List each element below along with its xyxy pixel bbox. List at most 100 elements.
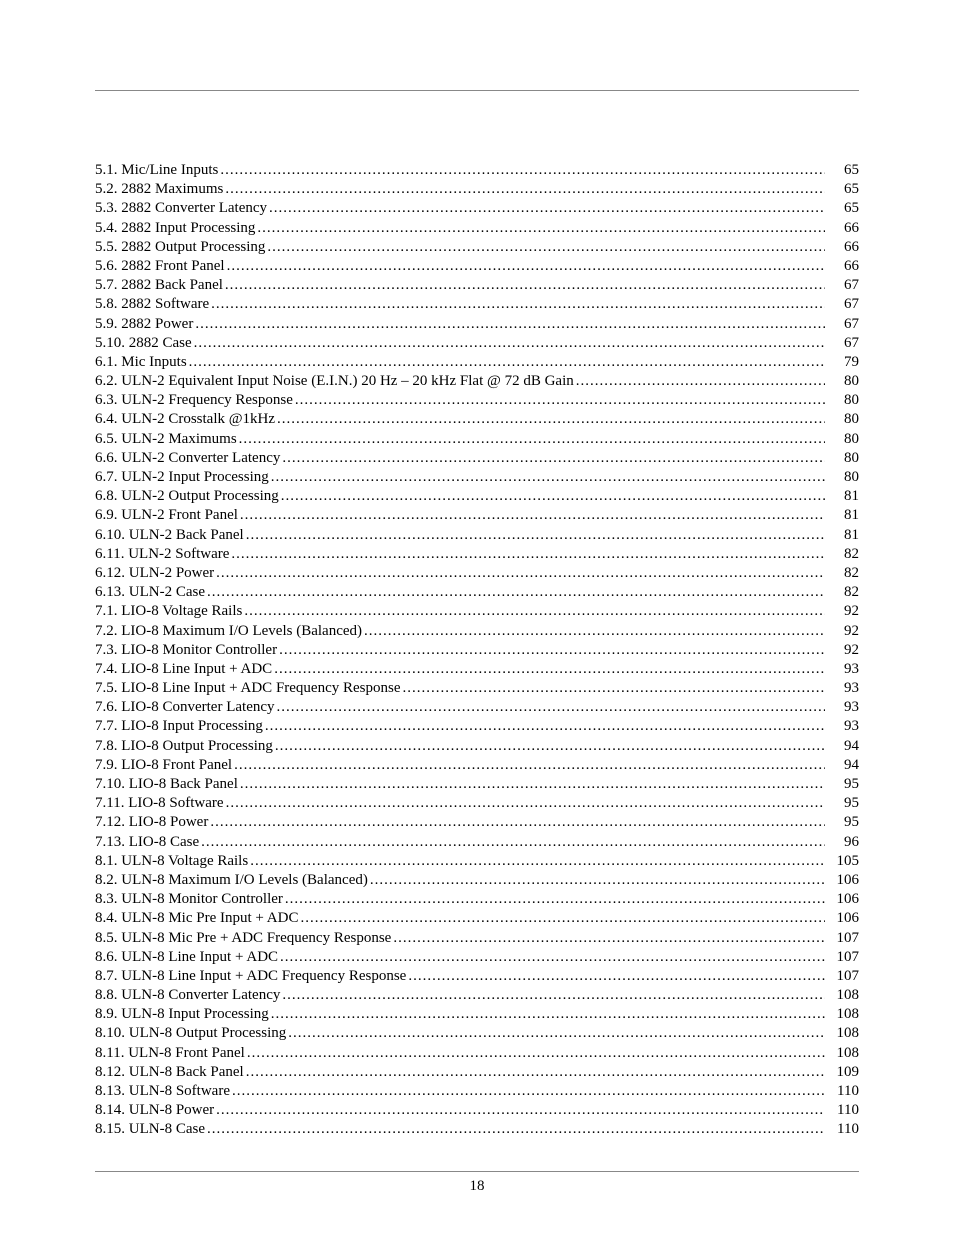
toc-entry[interactable]: 8.3. ULN-8 Monitor Controller 106	[95, 890, 859, 909]
toc-entry[interactable]: 7.7. LIO-8 Input Processing93	[95, 717, 859, 736]
toc-entry[interactable]: 8.4. ULN-8 Mic Pre Input + ADC106	[95, 909, 859, 928]
toc-entry[interactable]: 8.11. ULN-8 Front Panel108	[95, 1044, 859, 1063]
toc-leader-dots	[246, 526, 825, 545]
toc-entry-title: 7.5. LIO-8 Line Input + ADC Frequency Re…	[95, 679, 401, 698]
toc-leader-dots	[201, 833, 825, 852]
toc-entry[interactable]: 5.7. 2882 Back Panel67	[95, 276, 859, 295]
toc-entry[interactable]: 8.8. ULN-8 Converter Latency108	[95, 986, 859, 1005]
toc-entry-title: 7.11. LIO-8 Software	[95, 794, 224, 813]
toc-entry[interactable]: 8.13. ULN-8 Software110	[95, 1082, 859, 1101]
toc-entry[interactable]: 5.6. 2882 Front Panel66	[95, 257, 859, 276]
toc-entry[interactable]: 6.5. ULN-2 Maximums80	[95, 430, 859, 449]
toc-entry-page: 109	[827, 1063, 859, 1082]
toc-entry[interactable]: 5.8. 2882 Software67	[95, 295, 859, 314]
toc-entry-title: 6.1. Mic Inputs	[95, 353, 187, 372]
toc-entry-page: 93	[827, 679, 859, 698]
toc-entry[interactable]: 5.2. 2882 Maximums65	[95, 180, 859, 199]
toc-entry-page: 82	[827, 564, 859, 583]
toc-entry[interactable]: 8.5. ULN-8 Mic Pre + ADC Frequency Respo…	[95, 929, 859, 948]
toc-entry[interactable]: 6.4. ULN-2 Crosstalk @1kHz 80	[95, 410, 859, 429]
toc-entry[interactable]: 6.2. ULN-2 Equivalent Input Noise (E.I.N…	[95, 372, 859, 391]
toc-leader-dots	[576, 372, 825, 391]
toc-entry[interactable]: 6.10. ULN-2 Back Panel81	[95, 526, 859, 545]
toc-entry[interactable]: 7.12. LIO-8 Power95	[95, 813, 859, 832]
toc-entry[interactable]: 8.10. ULN-8 Output Processing108	[95, 1024, 859, 1043]
toc-entry-page: 107	[827, 948, 859, 967]
toc-leader-dots	[240, 775, 825, 794]
toc-entry-title: 8.1. ULN-8 Voltage Rails	[95, 852, 248, 871]
toc-leader-dots	[231, 545, 825, 564]
toc-entry[interactable]: 6.9. ULN-2 Front Panel81	[95, 506, 859, 525]
toc-entry[interactable]: 7.1. LIO-8 Voltage Rails92	[95, 602, 859, 621]
toc-entry[interactable]: 6.3. ULN-2 Frequency Response80	[95, 391, 859, 410]
toc-entry-title: 8.3. ULN-8 Monitor Controller	[95, 890, 283, 909]
toc-entry-page: 80	[827, 410, 859, 429]
toc-entry-page: 81	[827, 487, 859, 506]
toc-leader-dots	[195, 315, 825, 334]
toc-entry[interactable]: 5.5. 2882 Output Processing66	[95, 238, 859, 257]
toc-entry[interactable]: 5.9. 2882 Power67	[95, 315, 859, 334]
toc-entry-title: 8.10. ULN-8 Output Processing	[95, 1024, 286, 1043]
toc-entry[interactable]: 7.9. LIO-8 Front Panel94	[95, 756, 859, 775]
toc-leader-dots	[269, 199, 825, 218]
toc-entry-page: 107	[827, 929, 859, 948]
toc-entry-title: 6.8. ULN-2 Output Processing	[95, 487, 279, 506]
toc-entry[interactable]: 5.3. 2882 Converter Latency65	[95, 199, 859, 218]
toc-entry[interactable]: 6.7. ULN-2 Input Processing80	[95, 468, 859, 487]
toc-entry-page: 107	[827, 967, 859, 986]
toc-entry[interactable]: 5.4. 2882 Input Processing66	[95, 219, 859, 238]
toc-entry[interactable]: 7.11. LIO-8 Software95	[95, 794, 859, 813]
toc-leader-dots	[393, 929, 825, 948]
toc-entry-page: 80	[827, 372, 859, 391]
toc-entry-title: 8.15. ULN-8 Case	[95, 1120, 205, 1139]
toc-entry[interactable]: 8.15. ULN-8 Case 110	[95, 1120, 859, 1139]
toc-entry[interactable]: 7.5. LIO-8 Line Input + ADC Frequency Re…	[95, 679, 859, 698]
toc-entry[interactable]: 7.4. LIO-8 Line Input + ADC93	[95, 660, 859, 679]
toc-entry[interactable]: 8.14. ULN-8 Power110	[95, 1101, 859, 1120]
toc-entry-page: 95	[827, 775, 859, 794]
toc-entry[interactable]: 8.6. ULN-8 Line Input + ADC 107	[95, 948, 859, 967]
toc-entry[interactable]: 7.13. LIO-8 Case96	[95, 833, 859, 852]
toc-entry[interactable]: 8.12. ULN-8 Back Panel109	[95, 1063, 859, 1082]
toc-entry[interactable]: 8.2. ULN-8 Maximum I/O Levels (Balanced)…	[95, 871, 859, 890]
toc-entry[interactable]: 7.10. LIO-8 Back Panel95	[95, 775, 859, 794]
toc-entry-title: 7.12. LIO-8 Power	[95, 813, 208, 832]
toc-entry[interactable]: 8.9. ULN-8 Input Processing108	[95, 1005, 859, 1024]
toc-entry-page: 66	[827, 219, 859, 238]
toc-entry[interactable]: 7.3. LIO-8 Monitor Controller92	[95, 641, 859, 660]
toc-entry[interactable]: 6.11. ULN-2 Software82	[95, 545, 859, 564]
toc-entry[interactable]: 6.13. ULN-2 Case82	[95, 583, 859, 602]
toc-entry-title: 8.6. ULN-8 Line Input + ADC	[95, 948, 278, 967]
toc-entry-title: 6.13. ULN-2 Case	[95, 583, 205, 602]
toc-entry-page: 65	[827, 161, 859, 180]
toc-leader-dots	[211, 295, 825, 314]
toc-leader-dots	[280, 948, 825, 967]
toc-entry[interactable]: 5.10. 2882 Case67	[95, 334, 859, 353]
toc-entry[interactable]: 7.6. LIO-8 Converter Latency93	[95, 698, 859, 717]
toc-entry[interactable]: 8.1. ULN-8 Voltage Rails 105	[95, 852, 859, 871]
toc-entry-title: 6.4. ULN-2 Crosstalk @1kHz	[95, 410, 275, 429]
toc-entry[interactable]: 6.12. ULN-2 Power82	[95, 564, 859, 583]
toc-entry-title: 5.6. 2882 Front Panel	[95, 257, 225, 276]
toc-entry[interactable]: 7.2. LIO-8 Maximum I/O Levels (Balanced)…	[95, 622, 859, 641]
toc-entry-page: 80	[827, 449, 859, 468]
toc-entry-page: 110	[827, 1120, 859, 1139]
toc-entry-page: 81	[827, 506, 859, 525]
toc-entry-title: 7.9. LIO-8 Front Panel	[95, 756, 232, 775]
toc-entry-title: 7.8. LIO-8 Output Processing	[95, 737, 273, 756]
toc-entry-title: 7.13. LIO-8 Case	[95, 833, 199, 852]
toc-entry[interactable]: 6.1. Mic Inputs79	[95, 353, 859, 372]
toc-entry-page: 105	[827, 852, 859, 871]
toc-entry[interactable]: 8.7. ULN-8 Line Input + ADC Frequency Re…	[95, 967, 859, 986]
toc-entry-page: 106	[827, 890, 859, 909]
toc-entry[interactable]: 6.8. ULN-2 Output Processing 81	[95, 487, 859, 506]
toc-leader-dots	[247, 1044, 825, 1063]
toc-entry[interactable]: 6.6. ULN-2 Converter Latency80	[95, 449, 859, 468]
toc-leader-dots	[285, 890, 825, 909]
toc-entry-title: 7.1. LIO-8 Voltage Rails	[95, 602, 242, 621]
toc-entry-title: 6.10. ULN-2 Back Panel	[95, 526, 244, 545]
toc-entry[interactable]: 7.8. LIO-8 Output Processing94	[95, 737, 859, 756]
toc-entry[interactable]: 5.1. Mic/Line Inputs65	[95, 161, 859, 180]
toc-leader-dots	[295, 391, 825, 410]
toc-leader-dots	[225, 180, 825, 199]
